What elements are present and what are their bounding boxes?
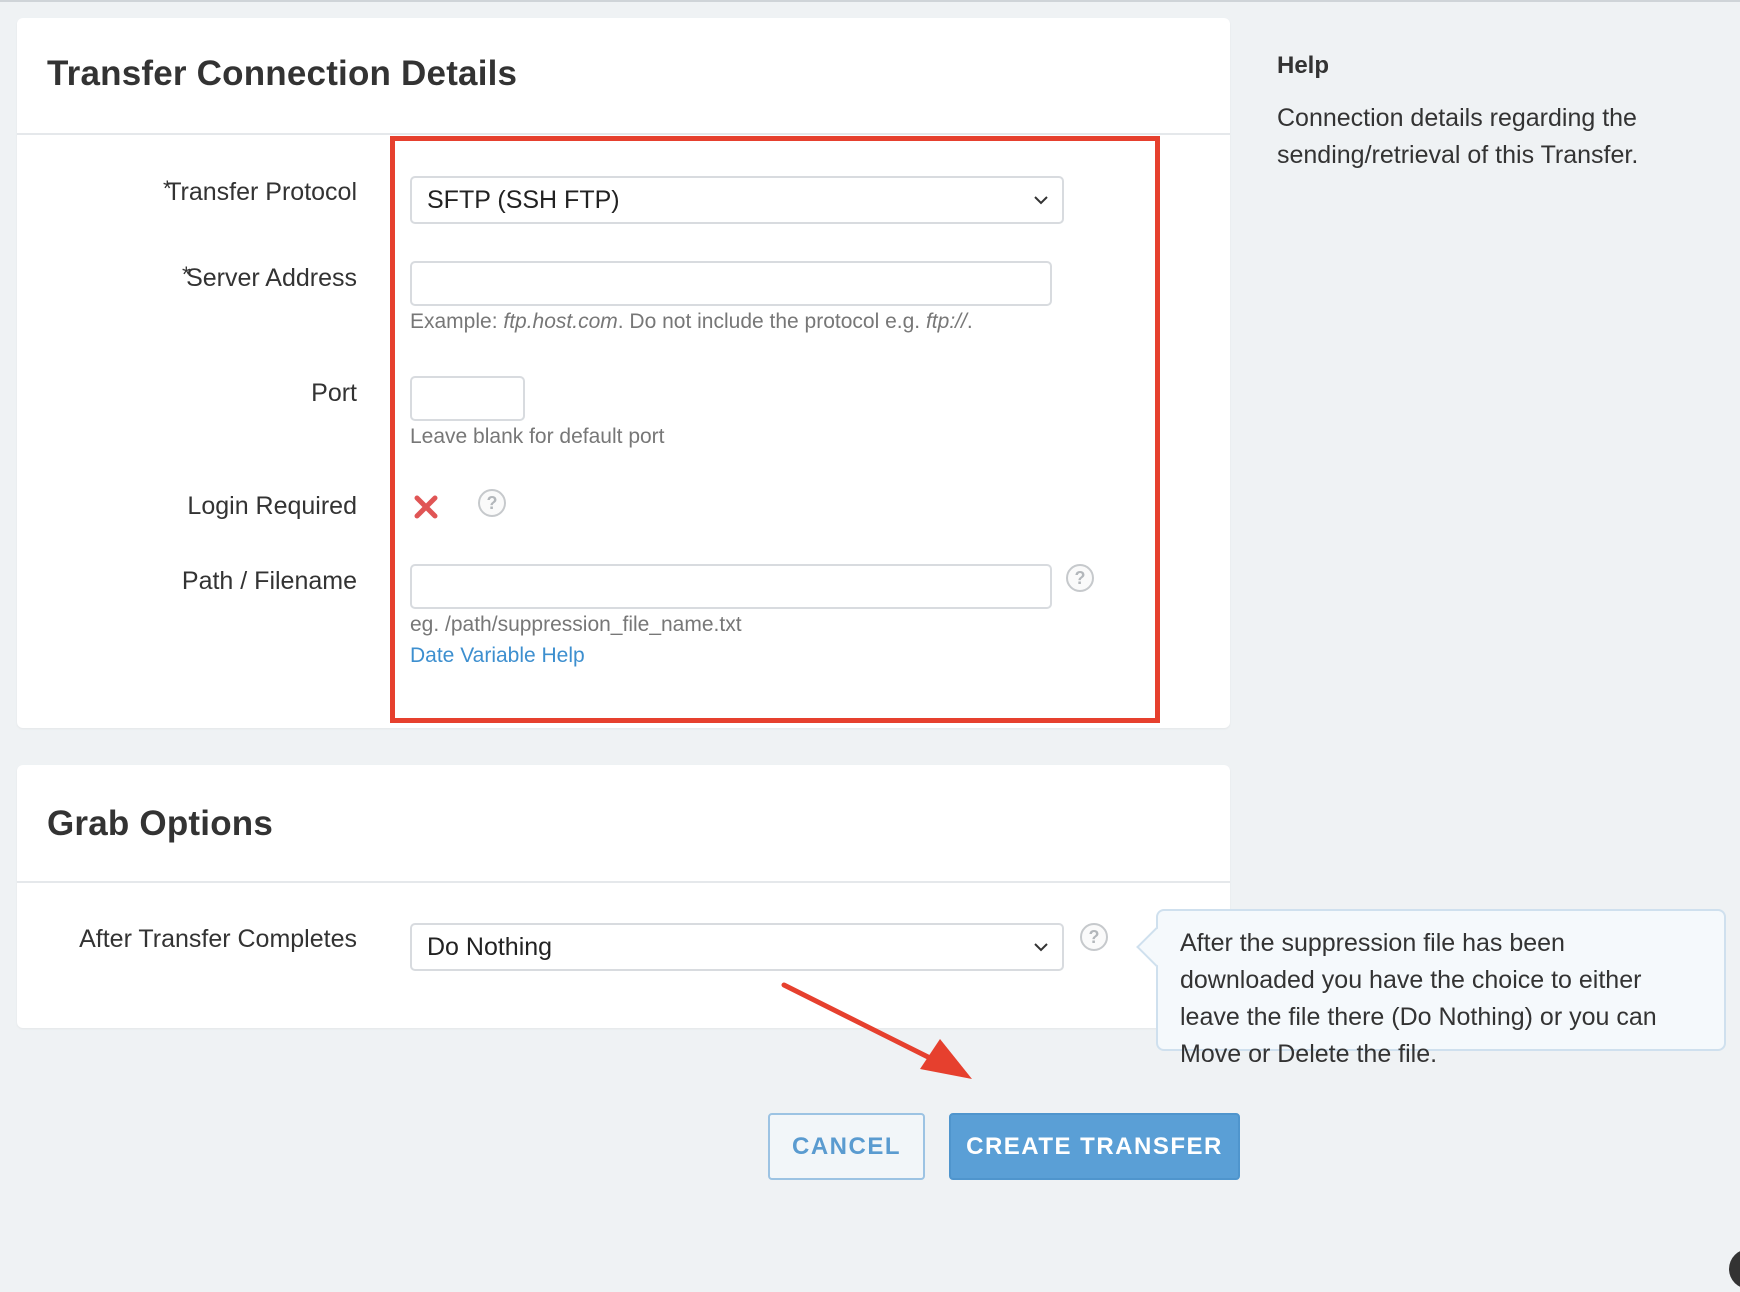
after-transfer-select[interactable]: Do Nothing (410, 923, 1064, 971)
panel-divider (17, 133, 1230, 135)
port-hint: Leave blank for default port (410, 425, 665, 448)
path-filename-input[interactable] (410, 564, 1052, 609)
tooltip-text: After the suppression file has been down… (1180, 929, 1657, 1068)
chat-launcher-icon[interactable] (1729, 1249, 1740, 1289)
create-transfer-button[interactable]: CREATE TRANSFER (949, 1113, 1240, 1180)
hint-protocol: ftp:// (925, 310, 967, 333)
port-input[interactable] (410, 376, 525, 421)
annotation-arrow-icon (781, 982, 972, 1079)
help-title: Help (1277, 52, 1330, 79)
hint-example: ftp.host.com (503, 310, 618, 333)
transfer-protocol-select[interactable]: SFTP (SSH FTP) (410, 176, 1064, 224)
help-question-icon[interactable]: ? (1080, 923, 1108, 951)
transfer-connection-panel: Transfer Connection Details * Transfer P… (17, 18, 1230, 728)
port-label: Port (311, 379, 357, 407)
hint-text: . (966, 310, 973, 333)
hint-text: Example: (410, 310, 504, 333)
help-tooltip: After the suppression file has been down… (1136, 909, 1726, 1068)
help-question-icon[interactable]: ? (1066, 564, 1094, 592)
chevron-down-icon (1034, 943, 1048, 952)
login-required-label: Login Required (187, 492, 357, 520)
server-address-hint: Example: ftp.host.com. Do not include th… (410, 310, 973, 334)
panel-title: Transfer Connection Details (47, 54, 518, 93)
cancel-button[interactable]: CANCEL (768, 1113, 925, 1180)
chevron-down-icon (1034, 196, 1048, 205)
after-transfer-label: After Transfer Completes (79, 925, 357, 953)
transfer-protocol-value: SFTP (SSH FTP) (427, 185, 620, 214)
path-filename-label: Path / Filename (181, 567, 357, 595)
after-transfer-value: Do Nothing (427, 932, 553, 961)
red-x-icon[interactable] (413, 494, 439, 520)
server-address-input[interactable] (410, 261, 1052, 306)
path-filename-hint: eg. /path/suppression_file_name.txt (410, 613, 742, 636)
hint-text: . Do not include the protocol e.g. (617, 310, 926, 333)
date-variable-help-link[interactable]: Date Variable Help (410, 644, 585, 668)
grab-options-panel: Grab Options After Transfer Completes Do… (17, 765, 1230, 1028)
panel-title: Grab Options (47, 804, 274, 843)
panel-divider (17, 881, 1230, 883)
server-address-label: Server Address (186, 264, 357, 292)
transfer-protocol-label: Transfer Protocol (166, 178, 357, 206)
help-question-icon[interactable]: ? (478, 489, 506, 517)
help-text: Connection details regarding the sending… (1277, 104, 1639, 169)
